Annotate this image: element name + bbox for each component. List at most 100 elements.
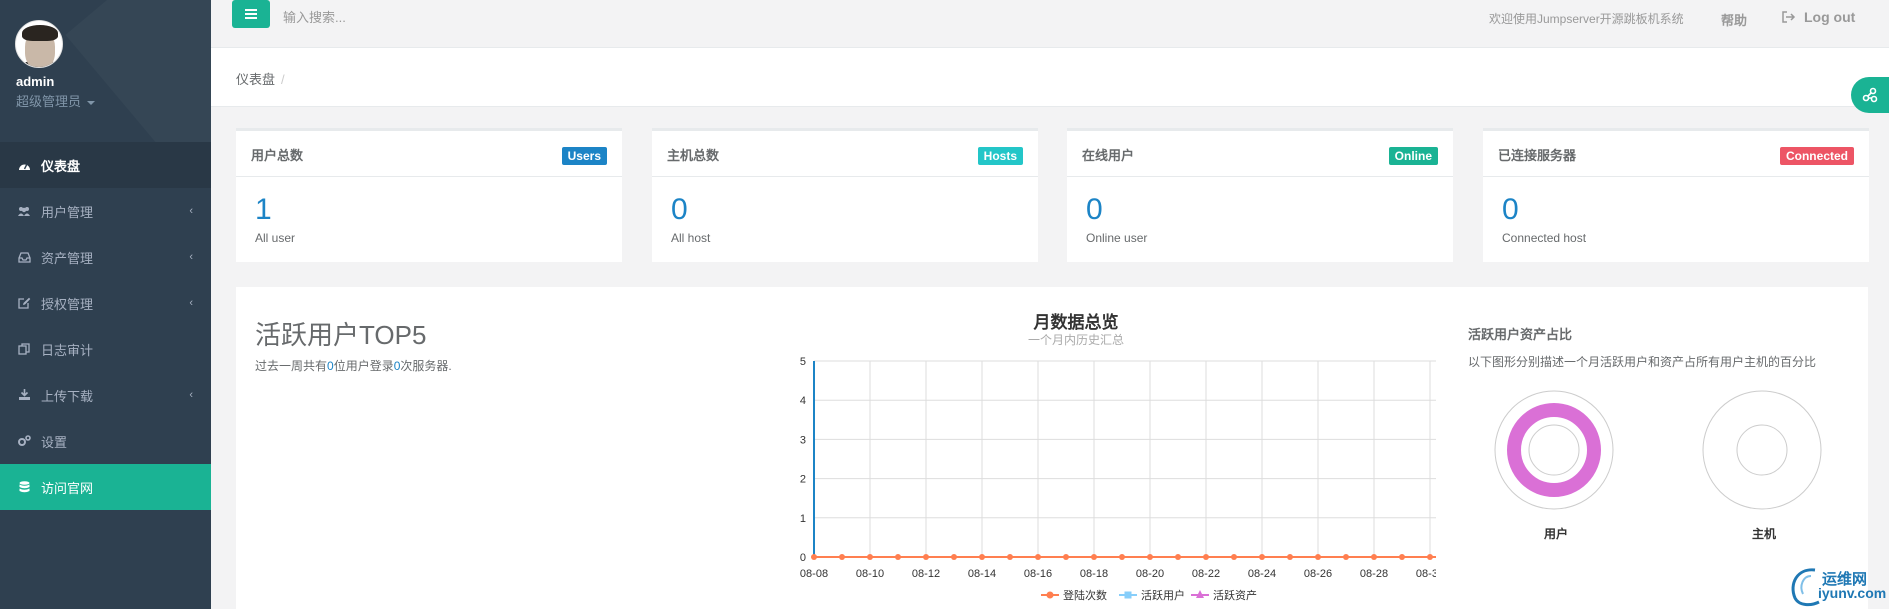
stat-card-subtitle: All user [255,231,296,245]
stat-card-value: 0 [1086,193,1103,226]
page-heading: 仪表盘 / [211,48,1889,107]
chevron-left-icon: ‹ [189,389,193,401]
profile-role-dropdown[interactable]: 超级管理员 [16,91,96,110]
stat-card-value: 0 [1502,193,1519,226]
data-point [839,554,845,560]
data-point [1175,554,1181,560]
top5-desc-mid: 位用户登录 [333,359,394,373]
download-icon [17,389,31,401]
legend-label: 活跃用户 [1141,588,1185,602]
x-tick-label: 08-18 [1080,568,1108,580]
top5-title: 活跃用户TOP5 [255,320,427,350]
logout-label: Log out [1804,9,1856,25]
status-badge: Hosts [977,147,1023,165]
stat-card-header: 用户总数 Users [236,131,622,177]
data-point [895,554,901,560]
stat-card-header: 已连接服务器 Connected [1483,131,1869,177]
status-badge: Online [1388,147,1438,165]
data-point [923,554,929,560]
share-description: 以下图形分别描述一个月活跃用户和资产占所有用户主机的百分比 [1468,355,1817,369]
menu-toggle-button[interactable] [232,0,270,28]
stat-card-value: 1 [255,193,272,226]
y-tick-label: 5 [800,356,806,368]
logout-link[interactable]: Log out [1782,9,1855,25]
breadcrumb-current[interactable]: 仪表盘 [236,72,275,87]
users-icon [17,205,31,217]
welcome-text: 欢迎使用Jumpserver开源跳板机系统 [1489,12,1684,26]
sidebar-item-label: 上传下载 [41,388,94,404]
cogs-icon [17,435,31,447]
stat-card: 在线用户 Online 0 Online user [1067,128,1453,262]
sidebar-item-label: 授权管理 [41,296,94,312]
data-point [1287,554,1293,560]
sidebar-item-7[interactable]: 访问官网 [0,464,211,510]
top5-desc-prefix: 过去一周共有 [255,359,328,373]
sidebar-item-label: 仪表盘 [41,158,81,174]
profile-role-label: 超级管理员 [16,94,82,109]
y-tick-label: 1 [800,513,806,525]
x-tick-label: 08-26 [1304,568,1332,580]
pie-label-users: 用户 [1544,527,1569,541]
x-tick-label: 08-12 [912,568,940,580]
database-icon [17,481,31,493]
pie-1 [1702,390,1822,510]
avatar[interactable] [15,20,63,68]
legend-marker [1046,591,1054,599]
dashboard-panel: 活跃用户TOP5 过去一周共有0位用户登录0次服务器. 月数据总览 一个月内历史… [236,287,1868,609]
data-point [1091,554,1097,560]
x-tick-label: 08-08 [800,568,828,580]
data-point [1315,554,1321,560]
x-tick-label: 08-24 [1248,568,1276,580]
chevron-left-icon: ‹ [189,205,193,217]
sidebar-item-3[interactable]: 授权管理 ‹ [0,280,211,326]
sitemap-icon [1862,87,1878,103]
data-point [811,554,817,560]
stat-card-header: 主机总数 Hosts [652,131,1038,177]
edit-icon [17,297,31,309]
sidebar-item-label: 用户管理 [41,204,94,220]
data-point [867,554,873,560]
sidebar-item-0[interactable]: 仪表盘 [0,142,211,188]
breadcrumb: 仪表盘 / [236,69,285,88]
sidebar-nav: 仪表盘用户管理 ‹ 资产管理 ‹ 授权管理 ‹ 日志审计上传下载 ‹ 设置访问官网 [0,142,211,510]
y-tick-label: 4 [800,395,806,407]
x-tick-label: 08-16 [1024,568,1052,580]
stat-card-title: 在线用户 [1082,148,1135,163]
breadcrumb-separator: / [281,72,285,87]
data-point [1371,554,1377,560]
sidebar-item-6[interactable]: 设置 [0,418,211,464]
data-point [951,554,957,560]
sidebar-item-label: 设置 [41,434,68,450]
hamburger-icon [245,9,257,19]
legend-label: 活跃资产 [1213,588,1257,602]
sign-out-icon [1782,11,1796,23]
chevron-left-icon: ‹ [189,297,193,309]
sidebar-item-4[interactable]: 日志审计 [0,326,211,372]
top5-desc-suffix: 次服务器. [400,359,452,373]
data-point [1147,554,1153,560]
pie-label-hosts: 主机 [1752,527,1777,541]
share-title: 活跃用户资产占比 [1468,327,1573,342]
chart-title: 月数据总览 [1033,313,1119,332]
sidebar-item-5[interactable]: 上传下载 ‹ [0,372,211,418]
stat-card: 已连接服务器 Connected 0 Connected host [1483,128,1869,262]
search-input[interactable] [283,4,583,30]
stat-card: 用户总数 Users 1 All user [236,128,622,262]
stat-card-subtitle: Online user [1086,231,1148,245]
help-link[interactable]: 帮助 [1721,10,1747,29]
data-point [979,554,985,560]
data-point [1399,554,1405,560]
watermark-line2: iyunv.com [1818,585,1887,601]
x-tick-label: 08-14 [968,568,996,580]
x-tick-label: 08-20 [1136,568,1164,580]
stat-card-title: 已连接服务器 [1498,148,1577,163]
theme-config-button[interactable] [1851,77,1889,113]
data-point [1231,554,1237,560]
sidebar-item-2[interactable]: 资产管理 ‹ [0,234,211,280]
profile-name[interactable]: admin [16,74,54,89]
x-tick-label: 08-22 [1192,568,1220,580]
sidebar-item-1[interactable]: 用户管理 ‹ [0,188,211,234]
stat-card-value: 0 [671,193,688,226]
x-tick-label: 08-28 [1360,568,1388,580]
data-point [1007,554,1013,560]
